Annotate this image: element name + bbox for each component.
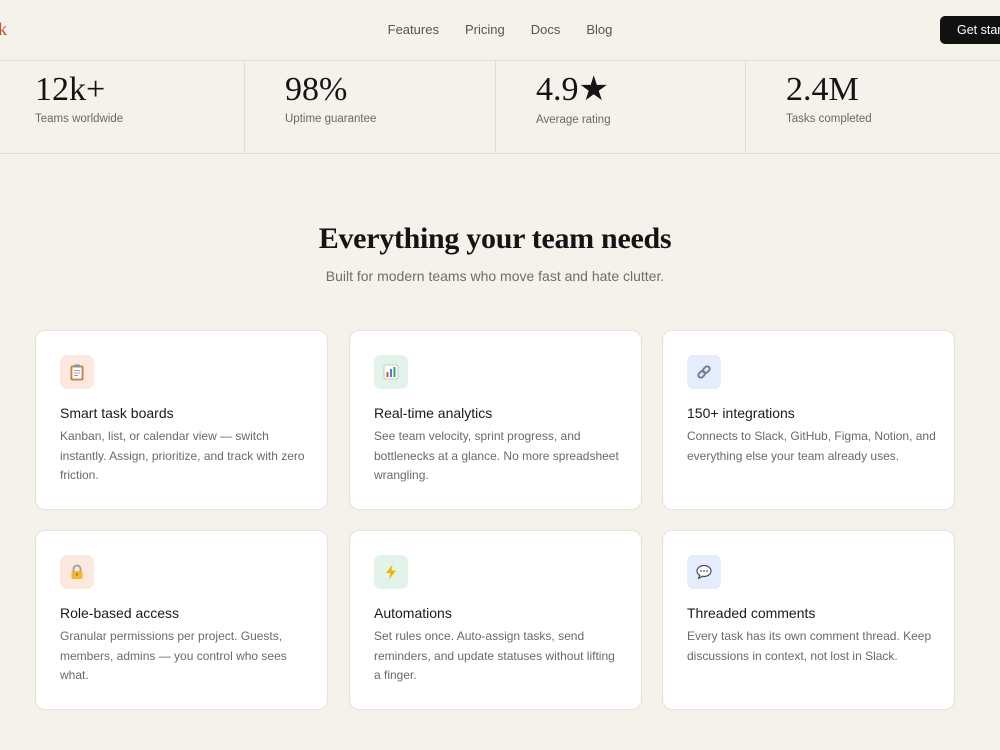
feature-title: Threaded comments (687, 605, 816, 621)
feature-description: Kanban, list, or calendar view — switch … (60, 429, 305, 482)
feature-description: Set rules once. Auto-assign tasks, send … (374, 629, 615, 682)
stat-uptime: 98% Uptime guarantee (244, 61, 495, 154)
stat-label: Tasks completed (786, 113, 872, 125)
stat-label: Average rating (536, 114, 611, 126)
feature-description: Every task has its own comment thread. K… (687, 629, 932, 663)
feature-description: Connects to Slack, GitHub, Figma, Notion… (687, 429, 936, 463)
nav-link-docs[interactable]: Docs (531, 22, 561, 40)
nav-link-blog[interactable]: Blog (586, 22, 612, 40)
lock-icon (60, 555, 94, 589)
feature-title: Role-based access (60, 605, 180, 621)
feature-title: Automations (374, 605, 452, 621)
lightning-icon (374, 555, 408, 589)
feature-title: Real-time analytics (374, 405, 493, 421)
top-nav: k Features Pricing Docs Blog Get started (0, 0, 1000, 61)
stat-value: 2.4M (786, 71, 859, 108)
stat-value: 98% (285, 71, 348, 108)
nav-link-features[interactable]: Features (388, 22, 439, 40)
speech-bubble-icon (687, 555, 721, 589)
feature-title: Smart task boards (60, 405, 174, 421)
feature-card-comments: Threaded comments Every task has its own… (662, 530, 955, 710)
feature-card-task-boards: Smart task boards Kanban, list, or calen… (35, 330, 328, 510)
stat-label: Uptime guarantee (285, 113, 377, 125)
landing-page: k Features Pricing Docs Blog Get started… (0, 0, 1000, 750)
feature-card-analytics: Real-time analytics See team velocity, s… (349, 330, 642, 510)
stat-tasks: 2.4M Tasks completed (745, 61, 1000, 154)
get-started-button[interactable]: Get started (940, 16, 1000, 44)
link-icon (687, 355, 721, 389)
chart-icon (374, 355, 408, 389)
clipboard-icon (60, 355, 94, 389)
feature-description: See team velocity, sprint progress, and … (374, 429, 619, 482)
feature-card-access: Role-based access Granular permissions p… (35, 530, 328, 710)
feature-description: Granular permissions per project. Guests… (60, 629, 287, 682)
stats-strip: 12k+ Teams worldwide 98% Uptime guarante… (0, 61, 1000, 154)
stat-teams: 12k+ Teams worldwide (0, 61, 245, 154)
section-subtitle: Built for modern teams who move fast and… (325, 268, 665, 284)
feature-title: 150+ integrations (687, 405, 795, 421)
stat-value: 12k+ (35, 71, 106, 108)
stat-rating: 4.9★ Average rating (495, 61, 746, 154)
stat-value: 4.9★ (536, 71, 609, 108)
stat-label: Teams worldwide (35, 113, 124, 125)
nav-links: Features Pricing Docs Blog (0, 22, 1000, 40)
feature-card-automations: Automations Set rules once. Auto-assign … (349, 530, 642, 710)
feature-card-integrations: 150+ integrations Connects to Slack, Git… (662, 330, 955, 510)
nav-link-pricing[interactable]: Pricing (465, 22, 505, 40)
section-title: Everything your team needs (318, 222, 672, 255)
